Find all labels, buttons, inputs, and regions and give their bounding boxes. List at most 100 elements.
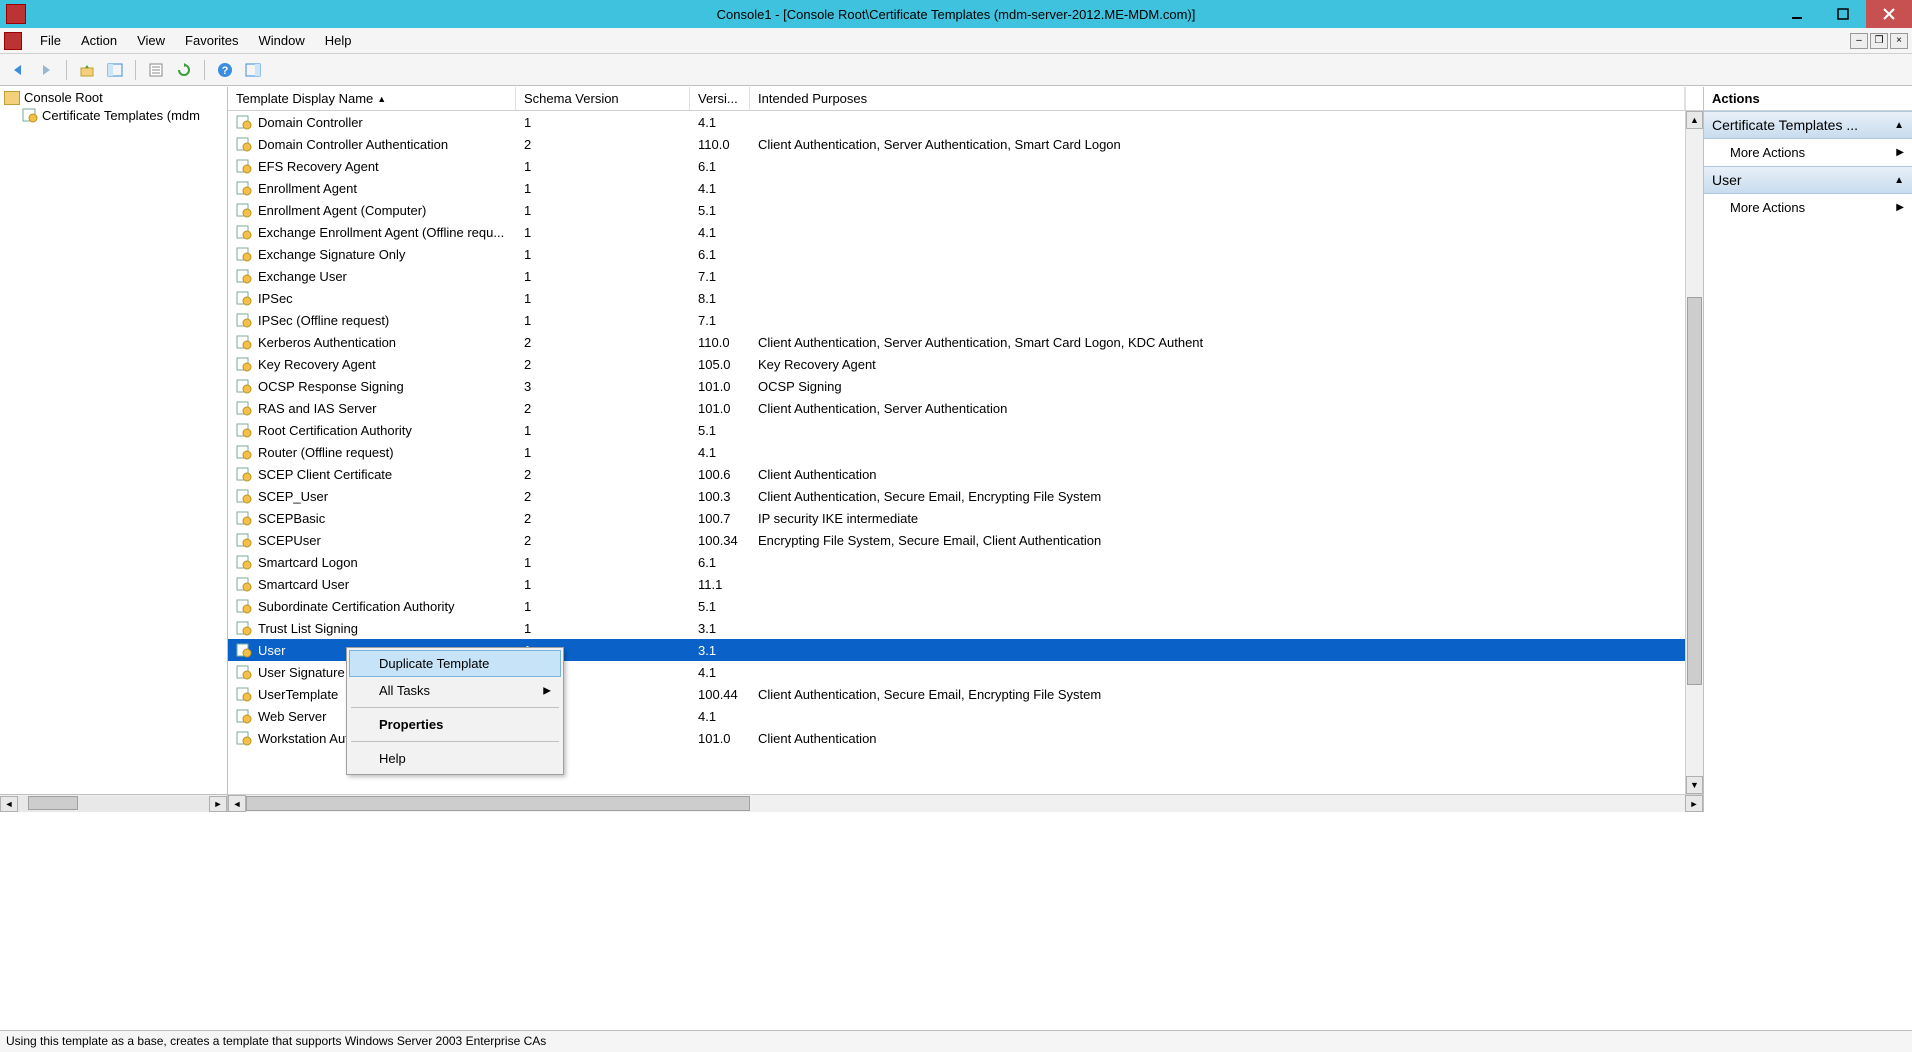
- menu-view[interactable]: View: [127, 28, 175, 54]
- template-schema-version: 1: [516, 269, 690, 284]
- template-name: IPSec: [258, 291, 293, 306]
- template-row[interactable]: IPSec (Offline request)17.1: [228, 309, 1685, 331]
- list-vertical-scrollbar[interactable]: ▲ ▼: [1685, 111, 1703, 794]
- tree-node-console-root[interactable]: Console Root: [2, 89, 225, 106]
- column-header-purposes[interactable]: Intended Purposes: [750, 87, 1685, 110]
- menu-window[interactable]: Window: [249, 28, 315, 54]
- scroll-thumb[interactable]: [1687, 297, 1702, 685]
- scroll-up-button[interactable]: ▲: [1686, 111, 1703, 129]
- template-row[interactable]: Kerberos Authentication2110.0Client Auth…: [228, 331, 1685, 353]
- context-menu: Duplicate TemplateAll Tasks▶ Properties He…: [346, 647, 564, 775]
- template-row[interactable]: Exchange Signature Only16.1: [228, 243, 1685, 265]
- tree-horizontal-scrollbar[interactable]: ◄ ►: [0, 794, 227, 812]
- template-name: Smartcard User: [258, 577, 349, 592]
- actions-section-header[interactable]: Certificate Templates ...▲: [1704, 111, 1912, 139]
- template-row[interactable]: SCEPUser2100.34Encrypting File System, S…: [228, 529, 1685, 551]
- list-pane: Template Display Name▲ Schema Version Ve…: [228, 87, 1704, 812]
- template-row[interactable]: Enrollment Agent (Computer)15.1: [228, 199, 1685, 221]
- menu-help[interactable]: Help: [315, 28, 362, 54]
- certificate-template-icon: [236, 180, 252, 196]
- template-row[interactable]: Root Certification Authority15.1: [228, 419, 1685, 441]
- minimize-button[interactable]: [1774, 0, 1820, 28]
- show-hide-console-tree-button[interactable]: [103, 58, 127, 82]
- template-row[interactable]: Domain Controller Authentication2110.0Cl…: [228, 133, 1685, 155]
- template-row[interactable]: Key Recovery Agent2105.0Key Recovery Age…: [228, 353, 1685, 375]
- scroll-left-button[interactable]: ◄: [0, 796, 18, 812]
- template-row[interactable]: Smartcard User111.1: [228, 573, 1685, 595]
- template-schema-version: 1: [516, 291, 690, 306]
- action-link[interactable]: More Actions▶: [1704, 194, 1912, 221]
- template-row[interactable]: Exchange User17.1: [228, 265, 1685, 287]
- template-row[interactable]: Smartcard Logon16.1: [228, 551, 1685, 573]
- show-hide-action-pane-button[interactable]: [241, 58, 265, 82]
- child-minimize-button[interactable]: –: [1850, 33, 1868, 49]
- template-name: User: [258, 643, 285, 658]
- template-schema-version: 1: [516, 423, 690, 438]
- child-close-button[interactable]: ×: [1890, 33, 1908, 49]
- titlebar: Console1 - [Console Root\Certificate Tem…: [0, 0, 1912, 28]
- submenu-arrow-icon: ▶: [543, 685, 551, 696]
- template-name: SCEPUser: [258, 533, 321, 548]
- template-row[interactable]: SCEP_User2100.3Client Authentication, Se…: [228, 485, 1685, 507]
- template-version: 101.0: [690, 401, 750, 416]
- tree-node-certificate-templates[interactable]: Certificate Templates (mdm: [2, 106, 225, 124]
- template-name: EFS Recovery Agent: [258, 159, 379, 174]
- template-purposes: OCSP Signing: [750, 379, 1685, 394]
- menu-action[interactable]: Action: [71, 28, 127, 54]
- template-row[interactable]: RAS and IAS Server2101.0Client Authentic…: [228, 397, 1685, 419]
- scroll-left-button[interactable]: ◄: [228, 795, 246, 812]
- template-row[interactable]: IPSec18.1: [228, 287, 1685, 309]
- template-name: Web Server: [258, 709, 326, 724]
- template-row[interactable]: Domain Controller14.1: [228, 111, 1685, 133]
- up-button[interactable]: [75, 58, 99, 82]
- menu-favorites[interactable]: Favorites: [175, 28, 248, 54]
- forward-button[interactable]: [34, 58, 58, 82]
- properties-icon[interactable]: [144, 58, 168, 82]
- template-purposes: Client Authentication, Secure Email, Enc…: [750, 687, 1685, 702]
- template-version: 4.1: [690, 445, 750, 460]
- close-button[interactable]: [1866, 0, 1912, 28]
- template-name: SCEP_User: [258, 489, 328, 504]
- list-horizontal-scrollbar[interactable]: ◄ ►: [228, 794, 1703, 812]
- action-link[interactable]: More Actions▶: [1704, 139, 1912, 166]
- template-row[interactable]: Enrollment Agent14.1: [228, 177, 1685, 199]
- scroll-thumb[interactable]: [246, 796, 750, 811]
- template-row[interactable]: Trust List Signing13.1: [228, 617, 1685, 639]
- template-row[interactable]: EFS Recovery Agent16.1: [228, 155, 1685, 177]
- refresh-icon[interactable]: [172, 58, 196, 82]
- column-header-version[interactable]: Versi...: [690, 87, 750, 110]
- template-purposes: Client Authentication, Server Authentica…: [750, 137, 1685, 152]
- template-row[interactable]: Router (Offline request)14.1: [228, 441, 1685, 463]
- column-header-name[interactable]: Template Display Name▲: [228, 87, 516, 110]
- submenu-arrow-icon: ▶: [1896, 147, 1904, 158]
- help-icon[interactable]: ?: [213, 58, 237, 82]
- context-menu-item[interactable]: All Tasks▶: [349, 677, 561, 704]
- template-version: 100.7: [690, 511, 750, 526]
- scroll-down-button[interactable]: ▼: [1686, 776, 1703, 794]
- scroll-thumb[interactable]: [28, 796, 78, 810]
- context-menu-item[interactable]: Help: [349, 745, 561, 772]
- template-version: 100.6: [690, 467, 750, 482]
- maximize-button[interactable]: [1820, 0, 1866, 28]
- template-schema-version: 1: [516, 621, 690, 636]
- context-menu-item[interactable]: Duplicate Template: [349, 650, 561, 677]
- context-menu-separator: [351, 707, 559, 708]
- back-button[interactable]: [6, 58, 30, 82]
- scroll-right-button[interactable]: ►: [209, 796, 227, 812]
- actions-section-header[interactable]: User▲: [1704, 166, 1912, 194]
- template-row[interactable]: OCSP Response Signing3101.0OCSP Signing: [228, 375, 1685, 397]
- template-row[interactable]: Exchange Enrollment Agent (Offline requ.…: [228, 221, 1685, 243]
- template-schema-version: 2: [516, 137, 690, 152]
- column-header-schema[interactable]: Schema Version: [516, 87, 690, 110]
- template-row[interactable]: Subordinate Certification Authority15.1: [228, 595, 1685, 617]
- child-restore-button[interactable]: ❐: [1870, 33, 1888, 49]
- scroll-right-button[interactable]: ►: [1685, 795, 1703, 812]
- template-purposes: Encrypting File System, Secure Email, Cl…: [750, 533, 1685, 548]
- context-menu-item[interactable]: Properties: [349, 711, 561, 738]
- certificate-template-icon: [236, 202, 252, 218]
- template-row[interactable]: SCEPBasic2100.7IP security IKE intermedi…: [228, 507, 1685, 529]
- menu-file[interactable]: File: [30, 28, 71, 54]
- action-link-label: More Actions: [1730, 200, 1805, 215]
- template-purposes: Client Authentication: [750, 467, 1685, 482]
- template-row[interactable]: SCEP Client Certificate2100.6Client Auth…: [228, 463, 1685, 485]
